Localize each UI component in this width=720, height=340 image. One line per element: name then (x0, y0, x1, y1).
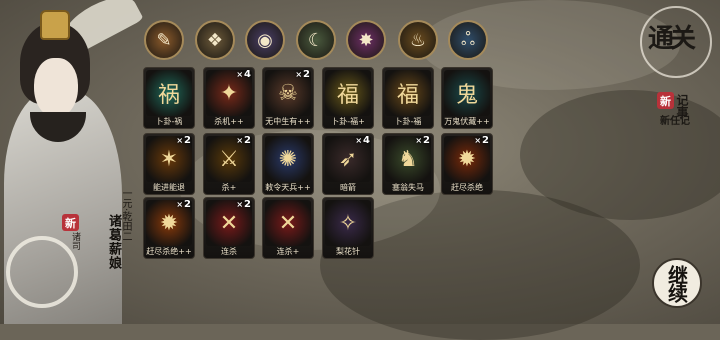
character-portrait (0, 0, 144, 324)
card-art-icon: ✺ (265, 136, 311, 182)
card-art-icon: ✕ (265, 200, 311, 246)
card-art-icon: ✧ (325, 200, 371, 246)
skill-glyph: ☾ (307, 29, 325, 51)
card-count-badge: 2 (295, 69, 310, 80)
feather-scroll-icon[interactable]: ✎ (144, 20, 184, 60)
skill-card[interactable]: 福卜卦-福 (382, 67, 434, 129)
card-label: 能进能退 (153, 183, 185, 192)
card-label: 无中生有++ (265, 117, 311, 126)
card-label: 连杀+ (276, 247, 300, 256)
skill-card[interactable]: ✕连杀2 (203, 197, 255, 259)
hair-crown-icon (40, 10, 70, 40)
skill-card[interactable]: ✹赶尽杀绝++2 (143, 197, 195, 259)
skill-card[interactable]: ✧ 梨花针 (322, 197, 374, 259)
card-label: 卜卦-福 (394, 117, 422, 126)
card-label: 卜卦-福+ (331, 117, 365, 126)
continue-button[interactable]: 继续 (652, 258, 702, 308)
skill-card[interactable]: ♞塞翁失马2 (382, 133, 434, 195)
skill-card[interactable]: ✹赶尽杀绝2 (441, 133, 493, 195)
skill-card[interactable]: 福卜卦-福+ (322, 67, 374, 129)
skill-glyph: ஃ (460, 28, 476, 50)
card-count-badge: 2 (474, 135, 489, 146)
card-label: 连杀 (221, 247, 237, 256)
card-art-icon: 福 (385, 70, 431, 116)
skill-card[interactable]: 祸卜卦-祸 (143, 67, 195, 129)
new-record-label: 新任记 (660, 116, 690, 127)
skill-card[interactable]: ✶能进能退2 (143, 133, 195, 195)
skill-glyph: ◉ (257, 29, 273, 51)
new-record-stamp: 新 (657, 92, 674, 109)
card-label: 万鬼伏藏++ (444, 117, 490, 126)
skill-glyph: ✸ (358, 29, 374, 51)
character-name: 诸葛薪娘 (106, 214, 121, 270)
skill-card[interactable]: ✺ 敕令天兵++ (262, 133, 314, 195)
skill-glyph: ✎ (156, 29, 172, 51)
golden-bowl-icon[interactable]: ♨ (398, 20, 438, 60)
card-label: 卜卦-祸 (155, 117, 183, 126)
card-art-icon: 祸 (146, 70, 192, 116)
skill-glyph: ❖ (206, 29, 224, 51)
new-stamp: 新 (62, 214, 79, 231)
card-count-badge: 2 (236, 199, 251, 210)
card-label: 塞翁失马 (392, 183, 424, 192)
card-label: 赶尽杀绝 (451, 183, 483, 192)
stamp-subtext: 诸司 (70, 232, 80, 250)
card-label: 赶尽杀绝++ (146, 247, 192, 256)
skill-card[interactable]: ☠无中生有++2 (262, 67, 314, 129)
skill-card[interactable]: 鬼万鬼伏藏++ (441, 67, 493, 129)
card-count-badge: 4 (236, 69, 251, 80)
violet-spark-icon[interactable]: ✸ (346, 20, 386, 60)
moon-slash-icon[interactable]: ☾ (296, 20, 336, 60)
card-art-icon: 鬼 (444, 70, 490, 116)
swirl-emblem-icon (6, 236, 78, 308)
skill-card[interactable]: ⚔杀+2 (203, 133, 255, 195)
character-face (34, 58, 78, 118)
triskele-icon[interactable]: ஃ (448, 20, 488, 60)
card-count-badge: 2 (236, 135, 251, 146)
skill-card[interactable]: ✕ 连杀+ (262, 197, 314, 259)
eye-vortex-icon[interactable]: ◉ (245, 20, 285, 60)
skill-glyph: ♨ (409, 29, 427, 51)
card-label: 梨花针 (336, 247, 360, 256)
card-count-badge: 2 (415, 135, 430, 146)
card-art-icon: 福 (325, 70, 371, 116)
card-count-badge: 2 (176, 199, 191, 210)
card-label: 杀+ (221, 183, 237, 192)
skill-card[interactable]: ✦杀机++4 (203, 67, 255, 129)
card-label: 敕令天兵++ (265, 183, 311, 192)
card-count-badge: 2 (176, 135, 191, 146)
card-label: 杀机++ (214, 117, 244, 126)
card-label: 暗箭 (340, 183, 356, 192)
skill-card[interactable]: ➶暗箭4 (322, 133, 374, 195)
clear-seal: 通关 (648, 24, 696, 54)
lotus-shield-icon[interactable]: ❖ (195, 20, 235, 60)
card-count-badge: 4 (355, 135, 370, 146)
